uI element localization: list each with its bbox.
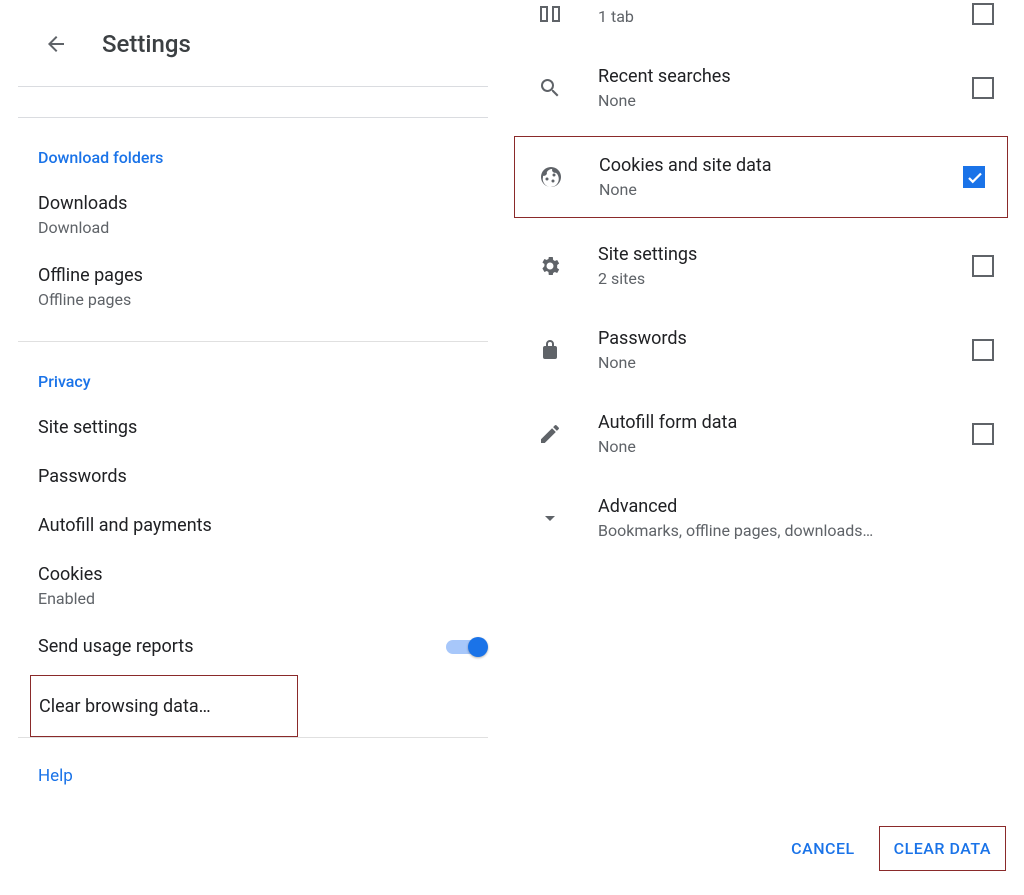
row-title: Cookies: [38, 564, 506, 585]
row-autofill-payments[interactable]: Autofill and payments: [0, 501, 506, 550]
row-sub: Enabled: [38, 589, 506, 608]
row-title: Offline pages: [38, 265, 506, 286]
checkbox-open-tabs[interactable]: [972, 3, 994, 25]
help-link[interactable]: Help: [38, 766, 73, 786]
section-download-folders: Download folders: [38, 148, 506, 167]
row-title: Site settings: [38, 417, 506, 438]
usage-reports-toggle[interactable]: [446, 637, 484, 657]
option-title: Autofill form data: [598, 412, 972, 433]
row-site-settings[interactable]: Site settings: [0, 403, 506, 452]
divider: [18, 86, 488, 87]
pencil-icon: [536, 420, 564, 448]
option-sub: None: [598, 437, 972, 456]
row-passwords[interactable]: Passwords: [0, 452, 506, 501]
row-offline-pages[interactable]: Offline pages Offline pages: [0, 251, 506, 323]
option-site-settings[interactable]: Site settings 2 sites: [506, 224, 1024, 308]
clear-data-panel: Open tabs 1 tab Recent searches None Coo…: [506, 0, 1024, 895]
back-arrow-icon[interactable]: [44, 32, 68, 56]
divider: [18, 117, 488, 118]
option-sub: 2 sites: [598, 269, 972, 288]
checkbox-recent-searches[interactable]: [972, 77, 994, 99]
dialog-button-bar: CANCEL CLEAR DATA: [773, 826, 1006, 871]
highlight-cookies: Cookies and site data None: [514, 136, 1008, 218]
row-cookies[interactable]: Cookies Enabled: [0, 550, 506, 622]
checkbox-cookies[interactable]: [963, 166, 985, 188]
settings-header: Settings: [0, 0, 506, 88]
option-sub: None: [598, 353, 972, 372]
search-icon: [536, 74, 564, 102]
row-send-usage-reports[interactable]: Send usage reports: [0, 622, 506, 671]
option-sub: None: [599, 180, 963, 199]
option-cookies-site-data[interactable]: Cookies and site data None: [515, 137, 1007, 217]
cookie-icon: [537, 163, 565, 191]
gear-icon: [536, 252, 564, 280]
option-sub: 1 tab: [598, 7, 972, 26]
row-downloads[interactable]: Downloads Download: [0, 179, 506, 251]
option-title: Recent searches: [598, 66, 972, 87]
row-title: Passwords: [38, 466, 506, 487]
option-recent-searches[interactable]: Recent searches None: [506, 46, 1024, 130]
row-clear-browsing-data[interactable]: Clear browsing data…: [39, 696, 211, 717]
row-title: Send usage reports: [38, 636, 193, 657]
option-sub: Bookmarks, offline pages, downloads…: [598, 521, 994, 540]
checkbox-passwords[interactable]: [972, 339, 994, 361]
row-sub: Download: [38, 218, 506, 237]
option-title: Advanced: [598, 496, 994, 517]
option-sub: None: [598, 91, 972, 110]
option-title: Site settings: [598, 244, 972, 265]
chevron-down-icon: [536, 504, 564, 532]
cancel-button[interactable]: CANCEL: [773, 827, 873, 870]
page-title: Settings: [102, 30, 191, 58]
divider: [18, 341, 488, 342]
option-title: Passwords: [598, 328, 972, 349]
checkbox-site-settings[interactable]: [972, 255, 994, 277]
row-title: Downloads: [38, 193, 506, 214]
highlight-clear-data-button: CLEAR DATA: [879, 826, 1006, 871]
lock-icon: [536, 336, 564, 364]
row-sub: Offline pages: [38, 290, 506, 309]
option-autofill[interactable]: Autofill form data None: [506, 392, 1024, 476]
option-advanced[interactable]: Advanced Bookmarks, offline pages, downl…: [506, 476, 1024, 560]
divider: [18, 737, 488, 738]
option-passwords[interactable]: Passwords None: [506, 308, 1024, 392]
highlight-clear-browsing: Clear browsing data…: [30, 675, 298, 737]
row-title: Autofill and payments: [38, 515, 506, 536]
toggle-thumb: [468, 637, 488, 657]
settings-panel: Settings Download folders Downloads Down…: [0, 0, 506, 895]
checkbox-autofill[interactable]: [972, 423, 994, 445]
clear-data-button[interactable]: CLEAR DATA: [882, 829, 1003, 868]
section-privacy: Privacy: [38, 372, 506, 391]
option-title: Cookies and site data: [599, 155, 963, 176]
option-open-tabs[interactable]: Open tabs 1 tab: [506, 0, 1024, 46]
open-tabs-icon: [536, 0, 564, 28]
